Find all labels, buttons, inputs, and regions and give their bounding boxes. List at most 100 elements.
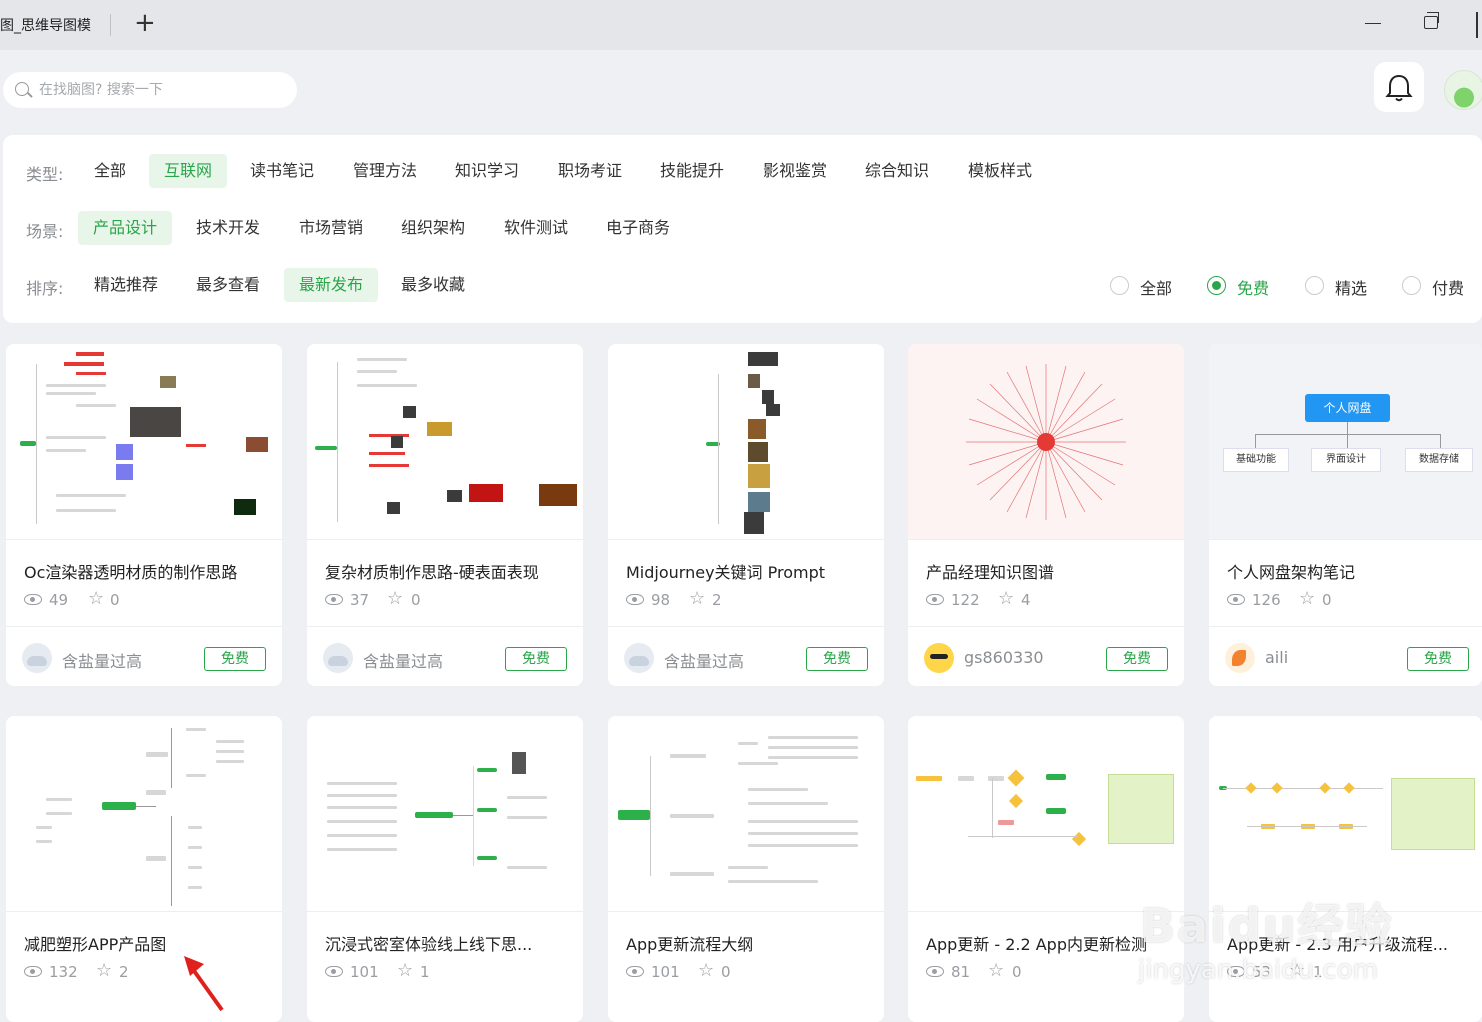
card-title[interactable]: App更新 - 2.2 App内更新检测 bbox=[926, 931, 1168, 955]
card-title[interactable]: 复杂材质制作思路-硬表面表现 bbox=[325, 559, 567, 583]
author-avatar[interactable] bbox=[924, 643, 954, 673]
template-card[interactable]: 产品经理知识图谱 122 ☆ 4 gs860330 免费 bbox=[908, 344, 1184, 686]
type-chip-management[interactable]: 管理方法 bbox=[338, 154, 432, 188]
star-icon[interactable]: ☆ bbox=[998, 588, 1014, 609]
radio-label: 精选 bbox=[1335, 279, 1368, 298]
mindmap-thumbnail bbox=[307, 344, 583, 540]
template-card[interactable]: 个人网盘 基础功能 界面设计 数据存储 个人网盘架构笔记 126 ☆ 0 ail… bbox=[1209, 344, 1482, 686]
sort-filter-row: 排序: 精选推荐 最多查看 最新发布 最多收藏 全部 免费 精选 付费 bbox=[3, 268, 1482, 302]
mindmap-thumbnail bbox=[6, 716, 282, 912]
author-name[interactable]: gs860330 bbox=[964, 648, 1044, 667]
card-title[interactable]: 沉浸式密室体验线上线下思... bbox=[325, 931, 567, 955]
card-title[interactable]: App更新流程大纲 bbox=[626, 931, 868, 955]
star-count: 2 bbox=[712, 591, 722, 609]
eye-icon bbox=[926, 594, 944, 605]
author-name[interactable]: 含盐量过高 bbox=[664, 648, 744, 672]
eye-icon bbox=[325, 594, 343, 605]
scene-chip-marketing[interactable]: 市场营销 bbox=[284, 211, 378, 245]
star-icon[interactable]: ☆ bbox=[96, 960, 112, 981]
author-name[interactable]: aili bbox=[1265, 648, 1288, 667]
scene-chip-tech-dev[interactable]: 技术开发 bbox=[181, 211, 275, 245]
notification-button[interactable] bbox=[1374, 62, 1424, 112]
free-badge: 免费 bbox=[505, 647, 567, 671]
template-card[interactable]: 沉浸式密室体验线上线下思... 101 ☆ 1 bbox=[307, 716, 583, 1022]
card-title[interactable]: Midjourney关键词 Prompt bbox=[626, 559, 868, 583]
sort-chip-most-starred[interactable]: 最多收藏 bbox=[386, 268, 480, 302]
sort-label: 排序: bbox=[26, 279, 64, 298]
author-avatar[interactable] bbox=[624, 643, 654, 673]
free-badge: 免费 bbox=[806, 647, 868, 671]
star-icon[interactable]: ☆ bbox=[387, 588, 403, 609]
star-count: 0 bbox=[110, 591, 120, 609]
star-icon[interactable]: ☆ bbox=[988, 960, 1004, 981]
sort-chip-most-viewed[interactable]: 最多查看 bbox=[181, 268, 275, 302]
view-count: 101 bbox=[350, 963, 379, 981]
scene-chip-product-design[interactable]: 产品设计 bbox=[78, 211, 173, 245]
star-count: 2 bbox=[119, 963, 129, 981]
user-avatar[interactable] bbox=[1444, 70, 1482, 110]
author-avatar[interactable] bbox=[22, 643, 52, 673]
mindmap-thumbnail bbox=[6, 344, 282, 540]
card-title[interactable]: Oc渲染器透明材质的制作思路 bbox=[24, 559, 266, 583]
type-chip-certificate[interactable]: 职场考证 bbox=[543, 154, 637, 188]
search-icon bbox=[15, 82, 29, 96]
search-input[interactable] bbox=[39, 78, 279, 102]
free-badge: 免费 bbox=[1106, 647, 1168, 671]
view-count: 98 bbox=[651, 591, 671, 609]
eye-icon bbox=[626, 966, 644, 977]
radio-label: 免费 bbox=[1237, 279, 1270, 298]
type-chip-skills[interactable]: 技能提升 bbox=[645, 154, 739, 188]
type-chip-reading[interactable]: 读书笔记 bbox=[235, 154, 329, 188]
search-bar[interactable] bbox=[3, 72, 297, 108]
template-card[interactable]: Midjourney关键词 Prompt 98 ☆ 2 含盐量过高 免费 bbox=[608, 344, 884, 686]
author-name[interactable]: 含盐量过高 bbox=[62, 648, 142, 672]
type-chip-knowledge[interactable]: 知识学习 bbox=[440, 154, 534, 188]
scene-chip-ecommerce[interactable]: 电子商务 bbox=[591, 211, 685, 245]
type-chip-internet[interactable]: 互联网 bbox=[149, 154, 228, 188]
type-chip-templates[interactable]: 模板样式 bbox=[953, 154, 1047, 188]
eye-icon bbox=[1227, 594, 1245, 605]
template-card[interactable]: 减肥塑形APP产品图 132 ☆ 2 bbox=[6, 716, 282, 1022]
scene-chip-org[interactable]: 组织架构 bbox=[386, 211, 480, 245]
restore-window-icon[interactable] bbox=[1424, 12, 1439, 29]
close-window-edge[interactable] bbox=[1476, 12, 1478, 38]
card-title[interactable]: 个人网盘架构笔记 bbox=[1227, 559, 1469, 583]
author-avatar[interactable] bbox=[323, 643, 353, 673]
view-count: 122 bbox=[951, 591, 980, 609]
author-name[interactable]: 含盐量过高 bbox=[363, 648, 443, 672]
sort-chip-recommended[interactable]: 精选推荐 bbox=[79, 268, 173, 302]
tab-divider bbox=[110, 14, 111, 36]
template-card[interactable]: App更新流程大纲 101 ☆ 0 bbox=[608, 716, 884, 1022]
template-card[interactable]: Oc渲染器透明材质的制作思路 49 ☆ 0 含盐量过高 免费 bbox=[6, 344, 282, 686]
template-card[interactable]: 复杂材质制作思路-硬表面表现 37 ☆ 0 含盐量过高 免费 bbox=[307, 344, 583, 686]
new-tab-button[interactable]: + bbox=[134, 8, 160, 38]
baidu-watermark-url: jingyan.baidu.com bbox=[1138, 955, 1378, 985]
type-chip-film[interactable]: 影视鉴赏 bbox=[748, 154, 842, 188]
mindmap-thumbnail bbox=[307, 716, 583, 912]
radial-mindmap-graphic bbox=[966, 364, 1126, 520]
eye-icon bbox=[325, 966, 343, 977]
scene-chip-testing[interactable]: 软件测试 bbox=[489, 211, 583, 245]
author-avatar[interactable] bbox=[1225, 643, 1255, 673]
star-icon[interactable]: ☆ bbox=[1299, 588, 1315, 609]
star-icon[interactable]: ☆ bbox=[698, 960, 714, 981]
root-node: 个人网盘 bbox=[1305, 394, 1390, 422]
type-chip-all[interactable]: 全部 bbox=[79, 154, 141, 188]
radio-label: 全部 bbox=[1140, 279, 1173, 298]
browser-tab-title[interactable]: 图_思维导图模 bbox=[0, 15, 92, 35]
star-count: 4 bbox=[1021, 591, 1031, 609]
star-icon[interactable]: ☆ bbox=[88, 588, 104, 609]
view-count: 101 bbox=[651, 963, 680, 981]
bell-icon bbox=[1385, 74, 1413, 102]
eye-icon bbox=[626, 594, 644, 605]
filter-panel: 类型: 全部 互联网 读书笔记 管理方法 知识学习 职场考证 技能提升 影视鉴赏… bbox=[3, 135, 1482, 323]
card-title[interactable]: 产品经理知识图谱 bbox=[926, 559, 1168, 583]
type-chip-general[interactable]: 综合知识 bbox=[850, 154, 944, 188]
flowchart-thumbnail bbox=[1209, 716, 1482, 912]
minimize-icon[interactable] bbox=[1365, 23, 1381, 24]
star-icon[interactable]: ☆ bbox=[397, 960, 413, 981]
view-count: 126 bbox=[1252, 591, 1281, 609]
star-icon[interactable]: ☆ bbox=[689, 588, 705, 609]
type-label: 类型: bbox=[26, 165, 64, 184]
sort-chip-newest[interactable]: 最新发布 bbox=[284, 268, 379, 302]
